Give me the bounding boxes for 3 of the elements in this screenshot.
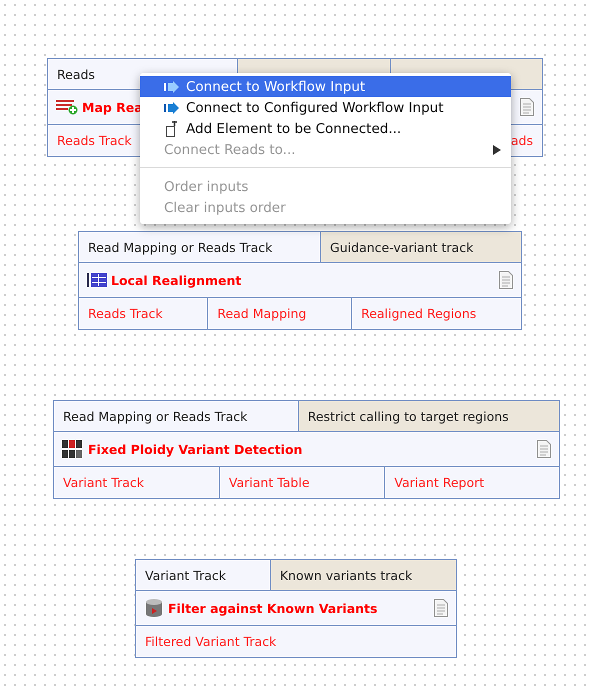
element-title: Fixed Ploidy Variant Detection [88,442,302,456]
element-title: Local Realignment [111,272,242,288]
element-title: Filter against Known Variants [168,600,378,616]
